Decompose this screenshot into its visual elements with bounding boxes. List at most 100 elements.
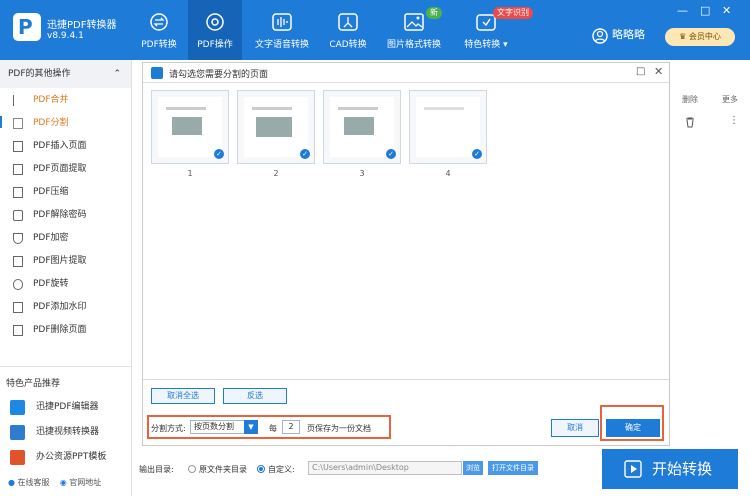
checkmark-icon[interactable]: ✓ xyxy=(214,149,224,159)
save-as-doc-label: 页保存为一份文档 xyxy=(307,424,371,433)
sidebar-item-watermark[interactable]: PDF添加水印 xyxy=(0,296,131,319)
split-dialog: 请勾选您需要分割的页面 □ ✕ ✓ ✓ ✓ ✓ 1 2 3 4 取消全选 反选 … xyxy=(142,62,670,446)
tab-pdf-convert[interactable]: PDF转换 xyxy=(138,0,180,60)
image-icon xyxy=(404,13,424,31)
member-center-button[interactable]: ♛ 会员中心 xyxy=(665,28,735,46)
sidebar-item-merge[interactable]: PDF合并 xyxy=(0,89,131,112)
username[interactable]: 略略略 xyxy=(612,26,645,42)
audio-icon xyxy=(272,13,292,31)
sidebar-item-insert[interactable]: PDF插入页面 xyxy=(0,135,131,158)
play-icon xyxy=(624,460,642,478)
special-products-header: 特色产品推荐 xyxy=(6,379,61,389)
sidebar-item-rotate[interactable]: PDF旋转 xyxy=(0,273,131,296)
app-logo: P xyxy=(13,13,41,41)
page-thumbnail[interactable]: ✓ xyxy=(323,90,401,164)
page-preview xyxy=(330,97,394,157)
browse-button[interactable]: 浏览 xyxy=(463,461,483,475)
radio-custom-folder[interactable] xyxy=(257,465,265,473)
lock-icon xyxy=(13,210,23,221)
output-path-field[interactable]: C:\Users\admin\Desktop xyxy=(308,461,462,475)
delete-column-header: 删除 xyxy=(682,95,698,104)
tab-text-speech[interactable]: 文字语音转换 xyxy=(252,0,312,60)
tab-label: 特色转换 ▾ xyxy=(464,40,508,50)
document-icon xyxy=(13,141,23,152)
app-version: v8.9.4.1 xyxy=(47,31,84,41)
confirm-button[interactable]: 确定 xyxy=(606,419,660,437)
tab-label: PDF操作 xyxy=(197,40,233,50)
maximize-button[interactable]: □ xyxy=(700,4,710,17)
product-video-converter[interactable]: 迅捷视频转换器 xyxy=(0,421,131,444)
product-ppt-templates[interactable]: 办公资源PPT模板 xyxy=(0,446,131,469)
more-column-header: 更多 xyxy=(722,95,738,104)
every-label: 每 xyxy=(269,424,277,433)
shield-icon xyxy=(13,233,23,244)
divider xyxy=(143,379,669,380)
checkmark-icon[interactable]: ✓ xyxy=(300,149,310,159)
sidebar-item-split[interactable]: PDF分割 xyxy=(0,112,131,135)
sidebar-item-encrypt[interactable]: PDF加密 xyxy=(0,227,131,250)
sidebar-item-extract[interactable]: PDF页面提取 xyxy=(0,158,131,181)
chevron-up-icon: ⌃ xyxy=(113,69,121,79)
minimize-button[interactable]: — xyxy=(677,4,688,17)
globe-icon: ◉ xyxy=(59,478,67,487)
radio-original-folder[interactable] xyxy=(188,465,196,473)
checkmark-icon[interactable]: ✓ xyxy=(472,149,482,159)
user-icon[interactable] xyxy=(592,28,608,44)
website-link[interactable]: ◉ 官网地址 xyxy=(60,478,102,487)
crown-icon: ♛ xyxy=(679,32,689,41)
document-icon xyxy=(13,164,23,175)
pdf-editor-icon xyxy=(10,400,25,415)
image-icon xyxy=(13,256,23,267)
page-preview xyxy=(244,97,308,157)
checkmark-icon[interactable]: ✓ xyxy=(386,149,396,159)
pages-per-document-input[interactable]: 2 xyxy=(282,420,300,434)
tab-label: 文字语音转换 xyxy=(254,40,309,50)
page-thumbnail[interactable]: ✓ xyxy=(151,90,229,164)
page-number: 1 xyxy=(187,169,193,178)
delete-page-icon xyxy=(13,325,23,336)
page-thumbnail[interactable]: ✓ xyxy=(409,90,487,164)
convert-icon xyxy=(150,13,168,31)
dialog-title: 请勾选您需要分割的页面 xyxy=(169,70,269,80)
open-folder-button[interactable]: 打开文件目录 xyxy=(488,461,538,475)
service-link[interactable]: ● 在线客服 xyxy=(8,478,50,487)
page-number: 2 xyxy=(273,169,279,178)
tab-label: 图片格式转换 xyxy=(386,40,441,50)
cancel-button[interactable]: 取消 xyxy=(551,419,599,437)
page-number: 4 xyxy=(445,169,451,178)
ppt-icon xyxy=(10,450,25,465)
dialog-maximize-button[interactable]: □ xyxy=(636,66,645,77)
merge-icon xyxy=(13,95,23,106)
product-pdf-editor[interactable]: 迅捷PDF编辑器 xyxy=(0,396,131,419)
split-icon xyxy=(13,118,23,129)
deselect-all-button[interactable]: 取消全选 xyxy=(151,388,215,404)
footer-links: ● 在线客服 ◉ 官网地址 xyxy=(8,477,101,488)
start-convert-button[interactable]: 开始转换 xyxy=(602,449,738,489)
sidebar-item-delete-page[interactable]: PDF删除页面 xyxy=(0,319,131,342)
new-badge: 新 xyxy=(426,7,442,19)
sidebar-item-image-extract[interactable]: PDF图片提取 xyxy=(0,250,131,273)
compress-icon xyxy=(13,187,23,198)
dialog-close-button[interactable]: ✕ xyxy=(654,65,663,78)
page-preview xyxy=(416,97,480,157)
page-thumbnail[interactable]: ✓ xyxy=(237,90,315,164)
split-mode-label: 分割方式: xyxy=(151,424,186,433)
close-button[interactable]: ✕ xyxy=(722,4,731,17)
more-icon[interactable]: ⋮ xyxy=(729,115,739,126)
output-dir-label: 输出目录: xyxy=(139,465,174,474)
app-logo-icon xyxy=(151,67,163,79)
chat-icon: ● xyxy=(8,478,15,487)
tab-cad[interactable]: CAD转换 xyxy=(326,0,370,60)
sidebar-header[interactable]: PDF的其他操作 ⌃ xyxy=(0,60,131,88)
trash-icon[interactable] xyxy=(685,117,695,128)
invert-selection-button[interactable]: 反选 xyxy=(223,388,287,404)
divider xyxy=(0,366,131,367)
watermark-icon xyxy=(13,302,23,313)
sidebar-item-compress[interactable]: PDF压缩 xyxy=(0,181,131,204)
cad-icon xyxy=(338,13,358,31)
original-folder-label: 原文件夹目录 xyxy=(199,465,247,474)
tab-pdf-operation[interactable]: PDF操作 xyxy=(188,0,242,60)
sidebar-item-unlock[interactable]: PDF解除密码 xyxy=(0,204,131,227)
dropdown-arrow-icon[interactable]: ▼ xyxy=(244,420,258,434)
custom-folder-label: 自定义: xyxy=(268,465,295,474)
